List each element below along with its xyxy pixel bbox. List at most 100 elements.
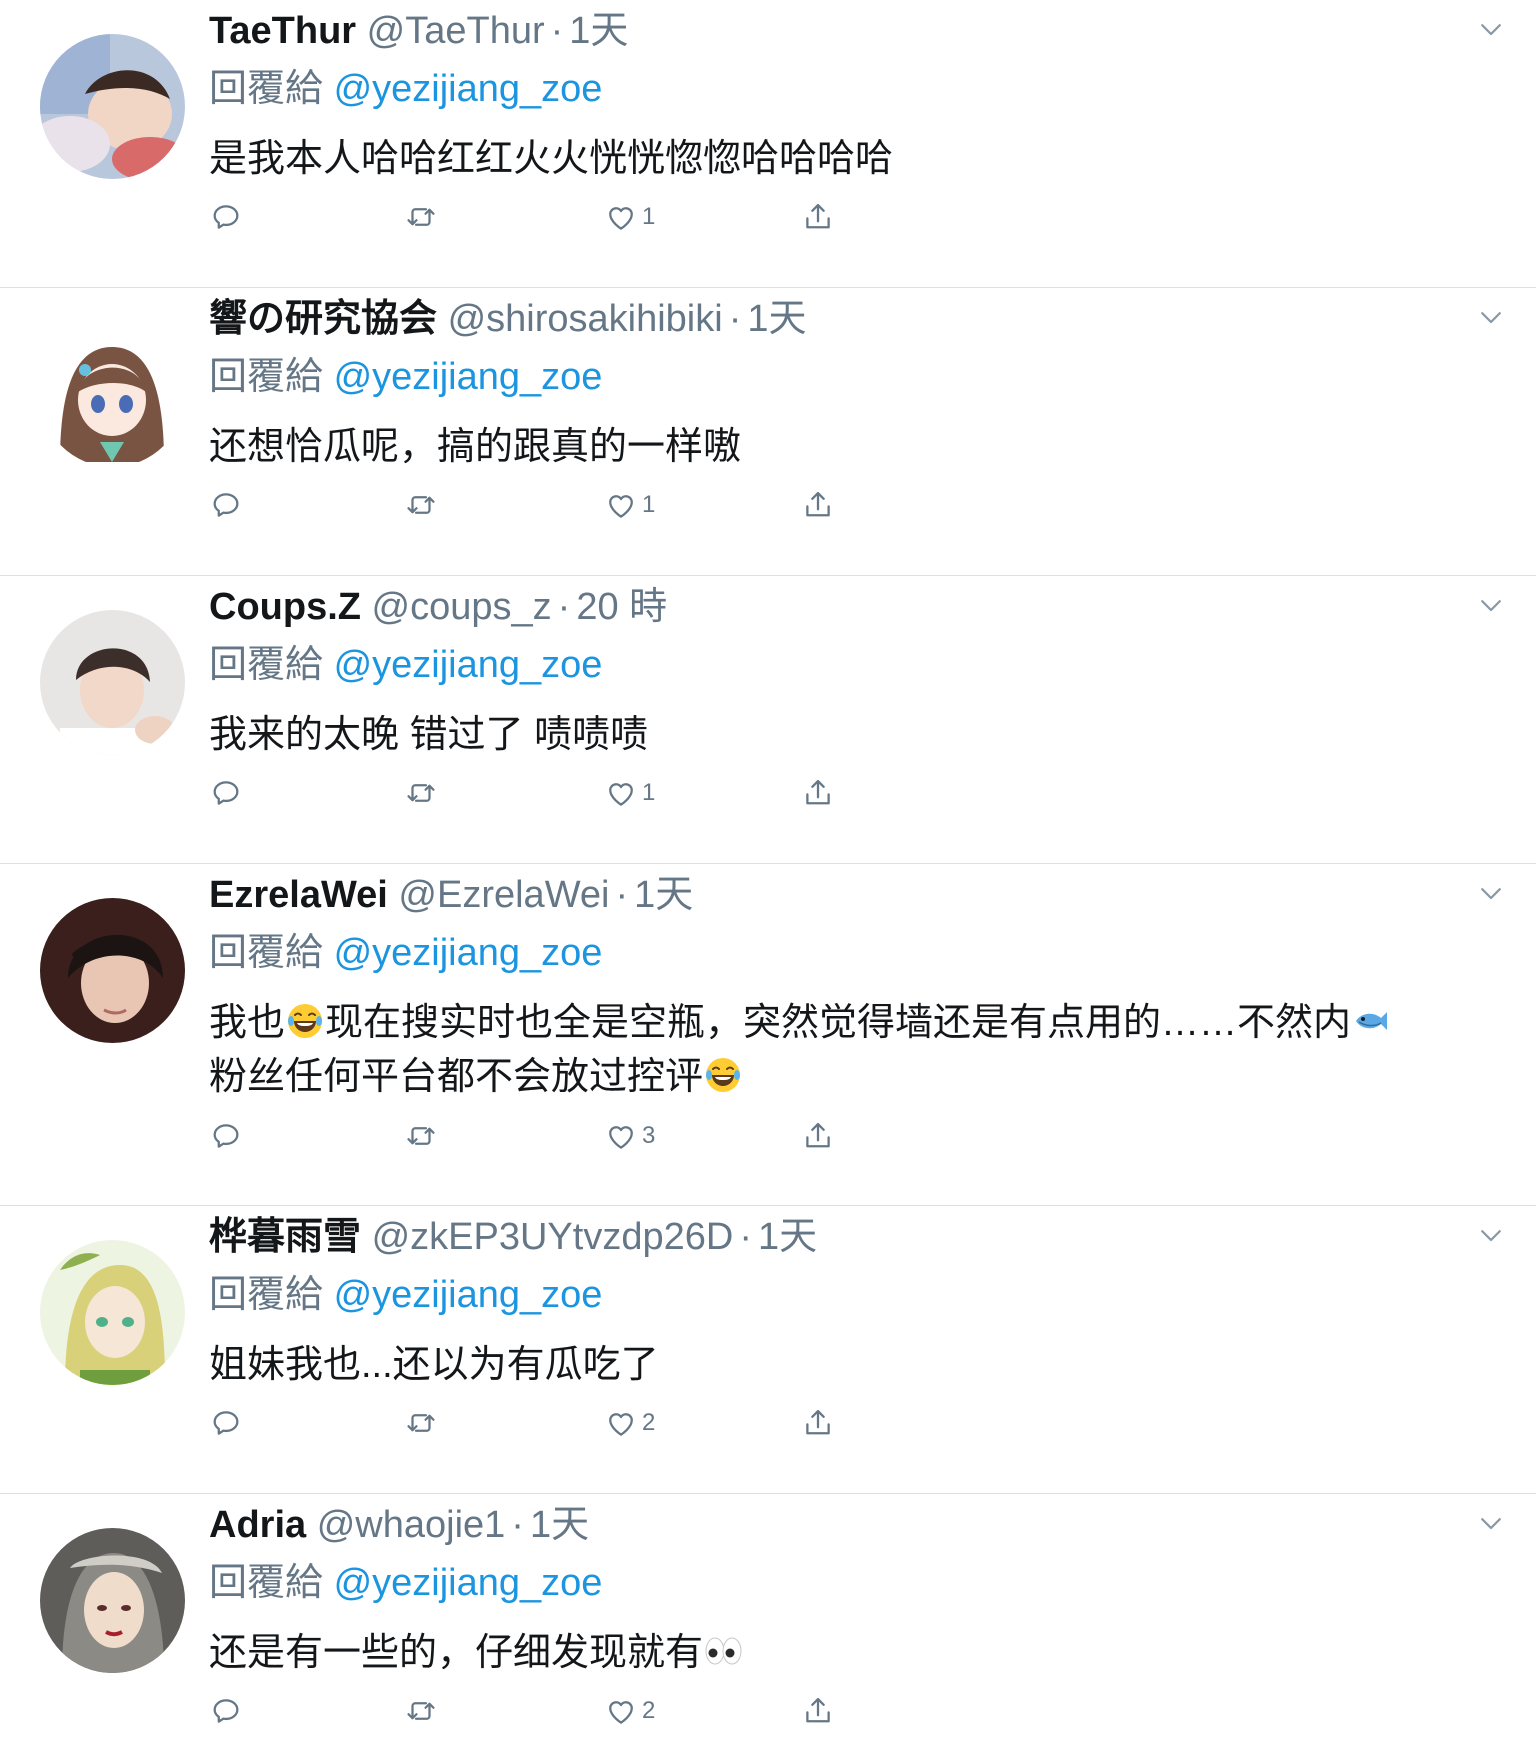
reply-button[interactable] <box>209 485 243 525</box>
like-count: 2 <box>642 1697 656 1724</box>
display-name[interactable]: EzrelaWei <box>209 874 388 916</box>
reply-icon <box>209 776 243 810</box>
tweet[interactable]: Coups.Z @coups_z · 20 時 回覆給 @yezijiang_zoe… <box>0 576 1536 864</box>
retweet-icon <box>404 1406 438 1440</box>
reply-context: 回覆給 @yezijiang_zoe <box>209 354 1466 400</box>
tweet-actions: 1 <box>209 773 849 813</box>
share-button[interactable] <box>801 197 835 237</box>
like-button[interactable]: 3 <box>604 1116 655 1156</box>
reply-mention[interactable]: @yezijiang_zoe <box>334 644 603 686</box>
tweet-text-part: 粉丝任何平台都不会放过控评 <box>209 1056 704 1098</box>
reply-icon <box>209 488 243 522</box>
reply-prefix: 回覆給 <box>209 932 324 974</box>
display-name[interactable]: 響の研究協会 <box>209 298 437 340</box>
like-button[interactable]: 1 <box>604 773 655 813</box>
share-icon <box>801 1119 835 1153</box>
chevron-down-icon[interactable] <box>1476 878 1506 908</box>
reply-mention[interactable]: @yezijiang_zoe <box>334 932 603 974</box>
retweet-button[interactable] <box>404 1116 438 1156</box>
like-count: 1 <box>642 491 656 518</box>
reply-mention[interactable]: @yezijiang_zoe <box>334 1274 603 1316</box>
timestamp[interactable]: 1天 <box>634 874 693 916</box>
like-count: 3 <box>642 1122 656 1149</box>
username[interactable]: @coups_z <box>372 586 552 628</box>
separator-dot: · <box>557 586 571 628</box>
avatar[interactable] <box>40 34 185 179</box>
reply-mention[interactable]: @yezijiang_zoe <box>334 1562 603 1604</box>
chevron-down-icon[interactable] <box>1476 1508 1506 1538</box>
chevron-down-icon[interactable] <box>1476 302 1506 332</box>
retweet-icon <box>404 1694 438 1728</box>
timestamp[interactable]: 1天 <box>747 298 806 340</box>
username[interactable]: @whaojie1 <box>317 1504 506 1546</box>
retweet-button[interactable] <box>404 485 438 525</box>
tweet[interactable]: TaeThur @TaeThur · 1天 回覆給 @yezijiang_zoe 是… <box>0 0 1536 288</box>
retweet-button[interactable] <box>404 1403 438 1443</box>
reply-mention[interactable]: @yezijiang_zoe <box>334 356 603 398</box>
avatar[interactable] <box>40 610 185 755</box>
reply-context: 回覆給 @yezijiang_zoe <box>209 642 1466 688</box>
share-button[interactable] <box>801 485 835 525</box>
reply-button[interactable] <box>209 773 243 813</box>
separator-dot: · <box>511 1504 524 1546</box>
tweet-text: 还想恰瓜呢，搞的跟真的一样嗷 <box>209 426 742 468</box>
timestamp[interactable]: 1天 <box>569 10 628 52</box>
timestamp[interactable]: 1天 <box>530 1504 589 1546</box>
display-name[interactable]: TaeThur <box>209 10 356 52</box>
avatar[interactable] <box>40 1528 185 1673</box>
tweet[interactable]: 響の研究協会 @shirosakihibiki · 1天 回覆給 @yezijian… <box>0 288 1536 576</box>
reply-context: 回覆給 @yezijiang_zoe <box>209 1560 1466 1606</box>
like-button[interactable]: 2 <box>604 1403 655 1443</box>
heart-icon <box>604 200 638 234</box>
tweet-header: TaeThur @TaeThur · 1天 <box>209 8 1466 54</box>
reply-button[interactable] <box>209 1116 243 1156</box>
share-button[interactable] <box>801 773 835 813</box>
chevron-down-icon[interactable] <box>1476 14 1506 44</box>
share-button[interactable] <box>801 1116 835 1156</box>
share-icon <box>801 1694 835 1728</box>
tweet-text-part: 还是有一些的，仔细发现就有 <box>209 1632 704 1674</box>
reply-icon <box>209 200 243 234</box>
display-name[interactable]: Adria <box>209 1504 306 1546</box>
username[interactable]: @TaeThur <box>367 10 545 52</box>
reply-mention[interactable]: @yezijiang_zoe <box>334 68 603 110</box>
username[interactable]: @shirosakihibiki <box>448 298 723 340</box>
retweet-button[interactable] <box>404 773 438 813</box>
avatar[interactable] <box>40 1240 185 1385</box>
tweet-header: 桦暮雨雪 @zkEP3UYtvzdp26D · 1天 <box>209 1214 1466 1260</box>
laughing-tears-emoji <box>703 1055 743 1095</box>
like-button[interactable]: 2 <box>604 1691 655 1731</box>
chevron-down-icon[interactable] <box>1476 590 1506 620</box>
like-button[interactable]: 1 <box>604 485 655 525</box>
tweet-text-part: 现在搜实时也全是空瓶，突然觉得墙还是有点用的……不然内 <box>325 1002 1352 1044</box>
separator-dot: · <box>739 1216 752 1258</box>
like-button[interactable]: 1 <box>604 197 655 237</box>
display-name[interactable]: Coups.Z <box>209 586 361 628</box>
avatar[interactable] <box>40 322 185 467</box>
display-name[interactable]: 桦暮雨雪 <box>209 1216 361 1258</box>
retweet-button[interactable] <box>404 197 438 237</box>
tweet-text-part: 我也 <box>209 1002 286 1044</box>
reply-button[interactable] <box>209 197 243 237</box>
tweet[interactable]: Adria @whaojie1 · 1天 回覆給 @yezijiang_zoe 还是… <box>0 1494 1536 1756</box>
reply-button[interactable] <box>209 1691 243 1731</box>
avatar[interactable] <box>40 898 185 1043</box>
retweet-icon <box>404 1119 438 1153</box>
fish-emoji <box>1351 1001 1391 1041</box>
tweet-actions: 1 <box>209 485 849 525</box>
share-button[interactable] <box>801 1691 835 1731</box>
share-button[interactable] <box>801 1403 835 1443</box>
tweet-header: Adria @whaojie1 · 1天 <box>209 1502 1466 1548</box>
retweet-button[interactable] <box>404 1691 438 1731</box>
tweet[interactable]: EzrelaWei @EzrelaWei · 1天 回覆給 @yezijiang_z… <box>0 864 1536 1206</box>
reply-button[interactable] <box>209 1403 243 1443</box>
tweet[interactable]: 桦暮雨雪 @zkEP3UYtvzdp26D · 1天 回覆給 @yezijiang_… <box>0 1206 1536 1494</box>
tweet-header: 響の研究協会 @shirosakihibiki · 1天 <box>209 296 1466 342</box>
chevron-down-icon[interactable] <box>1476 1220 1506 1250</box>
username[interactable]: @zkEP3UYtvzdp26D <box>372 1216 734 1258</box>
timestamp[interactable]: 20 時 <box>576 586 667 628</box>
reply-icon <box>209 1694 243 1728</box>
timestamp[interactable]: 1天 <box>758 1216 817 1258</box>
username[interactable]: @EzrelaWei <box>398 874 609 916</box>
retweet-icon <box>404 488 438 522</box>
